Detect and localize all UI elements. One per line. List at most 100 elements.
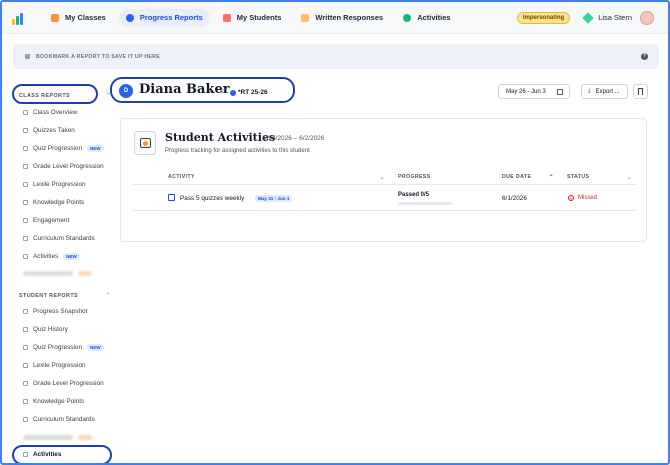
sidebar-item-label: Quizzes Taken — [33, 127, 75, 134]
sidebar-item-knowledge-points[interactable]: Knowledge Points — [23, 199, 84, 206]
impersonating-badge[interactable]: Impersonating — [516, 11, 571, 24]
activity-range-badge: May 31 - Jun 1 — [255, 195, 293, 202]
activities-icon — [403, 13, 412, 22]
sidebar-item-quiz-history[interactable]: Quiz History — [23, 326, 68, 333]
avatar[interactable] — [640, 10, 654, 25]
app-logo[interactable] — [12, 11, 26, 25]
x-circle-icon: × — [568, 195, 574, 201]
export-label: Export ... — [595, 88, 620, 95]
sidebar-item-lexile-progression[interactable]: Lexile Progression — [23, 181, 86, 188]
sidebar-item-label: Class Overview — [33, 109, 78, 116]
date-range-picker[interactable]: May 26 - Jun 3 — [498, 84, 570, 99]
activity-name: Pass 5 quizzes weekly — [180, 195, 245, 202]
students-icon — [222, 13, 231, 22]
sidebar-item-quizzes-taken[interactable]: Quizzes Taken — [23, 127, 75, 134]
sidebar-item-quiz-progression[interactable]: Quiz Progression NEW — [23, 145, 104, 152]
nav-label: My Classes — [65, 13, 106, 22]
highlight-ring — [110, 77, 295, 103]
chart-icon — [23, 182, 28, 187]
chevron-down-icon: ⌄ — [626, 174, 632, 181]
chart-icon — [23, 399, 28, 404]
new-badge: NEW — [63, 253, 80, 260]
status-badge: × Missed — [568, 195, 597, 201]
download-icon: ⤓ — [588, 88, 591, 94]
chart-icon — [23, 218, 28, 223]
card-date-range: · 5/26/2026 – 6/2/2026 — [259, 135, 325, 142]
bookmark-icon — [25, 54, 30, 59]
list-icon — [23, 254, 28, 259]
diamond-icon — [582, 11, 594, 24]
nav-label: Activities — [417, 13, 451, 22]
chevron-down-icon: ⌄ — [379, 174, 385, 181]
sidebar-item-label: Curriculum Standards — [33, 235, 95, 242]
chart-icon — [23, 236, 28, 241]
progress-bar — [398, 202, 452, 205]
table-divider — [133, 184, 636, 185]
sidebar-item-student-quiz-progression[interactable]: Quiz Progression NEW — [23, 344, 104, 351]
column-header-progress[interactable]: PROGRESS — [398, 174, 431, 180]
blurred-badge — [78, 271, 92, 276]
sidebar-item-student-curriculum-standards[interactable]: Curriculum Standards — [23, 416, 95, 423]
sidebar-item-progress-snapshot[interactable]: Progress Snapshot — [23, 308, 87, 315]
sidebar-collapse-icon[interactable]: ‹ — [106, 88, 108, 94]
nav-progress-reports[interactable]: Progress Reports — [118, 8, 210, 27]
export-button[interactable]: ⤓ Export ... — [581, 84, 628, 99]
column-label: ACTIVITY — [168, 174, 195, 180]
section-heading-label: STUDENT REPORTS — [19, 292, 79, 299]
highlight-ring — [12, 445, 112, 463]
nav-right: Impersonating Lisa Stern — [516, 10, 654, 25]
sidebar-item-label: Progress Snapshot — [33, 308, 88, 315]
column-header-due-date[interactable]: DUE DATE ⌃ — [502, 174, 554, 181]
new-badge: NEW — [87, 344, 104, 351]
sidebar-item-student-knowledge-points[interactable]: Knowledge Points — [23, 398, 84, 405]
chart-icon — [23, 164, 28, 169]
student-reports-heading[interactable]: STUDENT REPORTS ⌃ — [19, 292, 111, 300]
column-label: STATUS — [567, 174, 590, 180]
sidebar-item-grade-level-progression[interactable]: Grade Level Progression — [23, 163, 104, 170]
reports-icon — [125, 13, 134, 22]
sidebar-item-engagement[interactable]: Engagement — [23, 217, 69, 224]
blurred-label — [23, 435, 73, 440]
sidebar-item-curriculum-standards[interactable]: Curriculum Standards — [23, 235, 95, 242]
sidebar: CLASS REPORTS ⌃ Class Overview Quizzes T… — [2, 82, 114, 463]
bookmark-button[interactable] — [633, 84, 648, 99]
sidebar-item-label: Curriculum Standards — [33, 416, 95, 423]
bookmark-bar: BOOKMARK A REPORT TO SAVE IT UP HERE ? — [13, 44, 659, 69]
column-header-activity[interactable]: ACTIVITY ⌄ — [168, 174, 385, 181]
sidebar-item-student-lexile-progression[interactable]: Lexile Progression — [23, 362, 86, 369]
sidebar-item-blurred[interactable] — [23, 435, 92, 440]
sidebar-item-activities-class[interactable]: Activities NEW — [23, 253, 80, 260]
blurred-label — [23, 271, 73, 276]
nav-activities[interactable]: Activities — [396, 9, 457, 27]
chart-icon — [23, 327, 28, 332]
user-name[interactable]: Lisa Stern — [598, 13, 632, 22]
responses-icon — [301, 13, 310, 22]
nav-my-classes[interactable]: My Classes — [44, 9, 113, 27]
chart-icon — [23, 200, 28, 205]
sidebar-item-blurred[interactable] — [23, 271, 92, 276]
chart-icon — [23, 363, 28, 368]
chevron-up-icon: ⌃ — [105, 293, 111, 299]
status-label: Missed — [578, 195, 598, 201]
column-header-status[interactable]: STATUS ⌄ — [567, 174, 632, 181]
calendar-icon — [557, 89, 563, 95]
bookmark-icon — [638, 88, 643, 95]
chart-icon — [23, 417, 28, 422]
nav-label: Progress Reports — [139, 13, 203, 22]
bookmark-bar-text: BOOKMARK A REPORT TO SAVE IT UP HERE — [36, 53, 160, 60]
nav-written-responses[interactable]: Written Responses — [294, 9, 390, 27]
date-range-label: May 26 - Jun 3 — [506, 88, 546, 95]
activity-calendar-icon — [134, 131, 156, 155]
chart-icon — [23, 128, 28, 133]
sidebar-item-student-grade-level-progression[interactable]: Grade Level Progression — [23, 380, 104, 387]
app-frame: My Classes Progress Reports My Students … — [0, 0, 670, 465]
sidebar-item-label: Quiz Progression — [33, 344, 83, 351]
sidebar-item-class-overview[interactable]: Class Overview — [23, 109, 77, 116]
progress-label: Passed 0/5 — [398, 192, 430, 198]
chart-icon — [23, 309, 28, 314]
card-subtitle: Progress tracking for assigned activitie… — [165, 148, 310, 154]
sidebar-item-label: Engagement — [33, 217, 70, 224]
nav-my-students[interactable]: My Students — [216, 9, 289, 27]
help-icon[interactable]: ? — [641, 53, 648, 60]
top-nav: My Classes Progress Reports My Students … — [2, 2, 668, 34]
